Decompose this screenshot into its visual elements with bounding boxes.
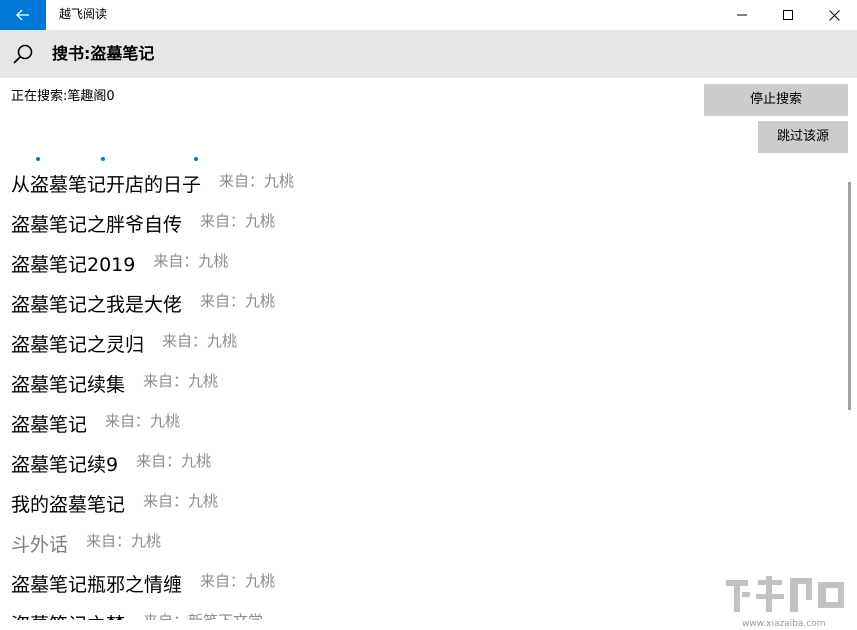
result-source: 来自：九桃 [86, 531, 162, 550]
result-item[interactable]: 盗墓笔记 来自：九桃 [0, 403, 845, 443]
result-source: 来自：九桃 [143, 371, 219, 390]
result-item[interactable]: 盗墓笔记之我是大佬 来自：九桃 [0, 283, 845, 323]
result-title: 盗墓笔记之梦 [11, 610, 125, 621]
result-source: 来自：九桃 [105, 411, 181, 430]
stop-search-button[interactable]: 停止搜索 [704, 84, 848, 116]
result-title: 盗墓笔记之我是大佬 [11, 293, 183, 316]
search-title: 搜书:盗墓笔记 [52, 44, 155, 63]
result-source: 来自：九桃 [200, 211, 276, 230]
result-item[interactable]: 盗墓笔记之梦 来自：新笔下文学 [0, 603, 845, 621]
minimize-icon [737, 14, 747, 16]
result-source: 来自：九桃 [162, 331, 238, 350]
close-icon [828, 9, 840, 21]
result-title: 盗墓笔记 [11, 413, 88, 436]
result-title: 盗墓笔记2019 [11, 253, 136, 276]
result-item[interactable]: 从盗墓笔记开店的日子 来自：九桃 [0, 163, 845, 203]
result-item[interactable]: 斗外话 来自：九桃 [0, 523, 845, 563]
minimize-button[interactable] [719, 0, 765, 30]
result-source: 来自：新笔下文学 [143, 610, 263, 621]
result-item[interactable]: 盗墓笔记之胖爷自传 来自：九桃 [0, 203, 845, 243]
maximize-icon [783, 10, 793, 20]
maximize-button[interactable] [765, 0, 811, 30]
result-source: 来自：九桃 [200, 291, 276, 310]
result-source: 来自：九桃 [153, 251, 229, 270]
search-status: 正在搜索:笔趣阁0 [11, 89, 115, 104]
title-bar: 越飞阅读 [0, 0, 857, 30]
search-header: 搜书:盗墓笔记 [0, 30, 857, 78]
progress-dot [194, 157, 198, 161]
progress-dot [36, 157, 40, 161]
result-item[interactable]: 盗墓笔记2019 来自：九桃 [0, 243, 845, 283]
watermark-logo: www.xiazaiba.com [726, 576, 844, 629]
result-item[interactable]: 盗墓笔记续9 来自：九桃 [0, 443, 845, 483]
result-item[interactable]: 盗墓笔记之灵归 来自：九桃 [0, 323, 845, 363]
result-title: 盗墓笔记瓶邪之情缠 [11, 573, 183, 596]
result-title: 斗外话 [11, 533, 69, 556]
skip-source-button[interactable]: 跳过该源 [758, 121, 848, 153]
result-title: 盗墓笔记续9 [11, 453, 119, 476]
watermark-text: www.xiazaiba.com [742, 619, 826, 629]
result-source: 来自：九桃 [143, 491, 219, 510]
app-title: 越飞阅读 [59, 7, 108, 21]
progress-dot [101, 157, 105, 161]
result-title: 从盗墓笔记开店的日子 [11, 173, 202, 196]
result-title: 盗墓笔记之灵归 [11, 333, 145, 356]
result-source: 来自：九桃 [200, 571, 276, 590]
result-item[interactable]: 盗墓笔记瓶邪之情缠 来自：九桃 [0, 563, 845, 603]
result-item[interactable]: 盗墓笔记续集 来自：九桃 [0, 363, 845, 403]
result-source: 来自：九桃 [136, 451, 212, 470]
back-button[interactable] [0, 0, 46, 30]
result-title: 我的盗墓笔记 [11, 493, 126, 516]
result-source: 来自：九桃 [219, 171, 295, 190]
scrollbar-thumb[interactable] [848, 182, 851, 410]
result-item[interactable]: 我的盗墓笔记 来自：九桃 [0, 483, 845, 523]
result-title: 盗墓笔记之胖爷自传 [11, 213, 183, 236]
search-icon[interactable] [12, 43, 34, 65]
result-title: 盗墓笔记续集 [11, 373, 126, 396]
back-arrow-icon [16, 9, 29, 21]
close-button[interactable] [811, 0, 857, 30]
search-results-list: 从盗墓笔记开店的日子 来自：九桃 盗墓笔记之胖爷自传 来自：九桃 盗墓笔记201… [0, 163, 845, 621]
